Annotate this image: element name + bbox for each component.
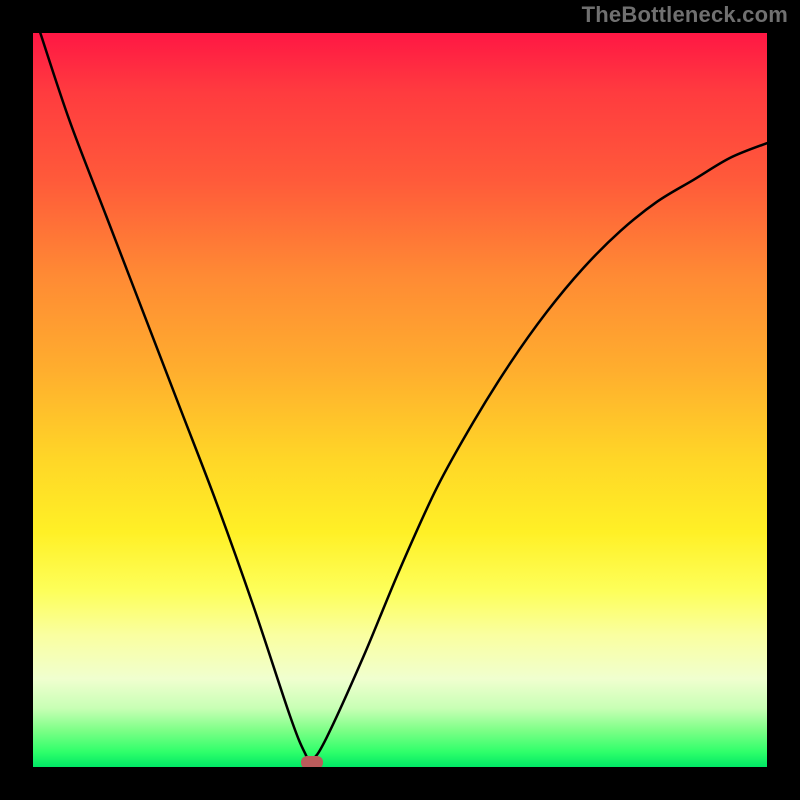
chart-frame: TheBottleneck.com [0,0,800,800]
bottleneck-curve [40,33,767,761]
curve-layer [33,33,767,767]
watermark-text: TheBottleneck.com [582,2,788,28]
plot-area [33,33,767,767]
optimal-marker [301,756,323,767]
